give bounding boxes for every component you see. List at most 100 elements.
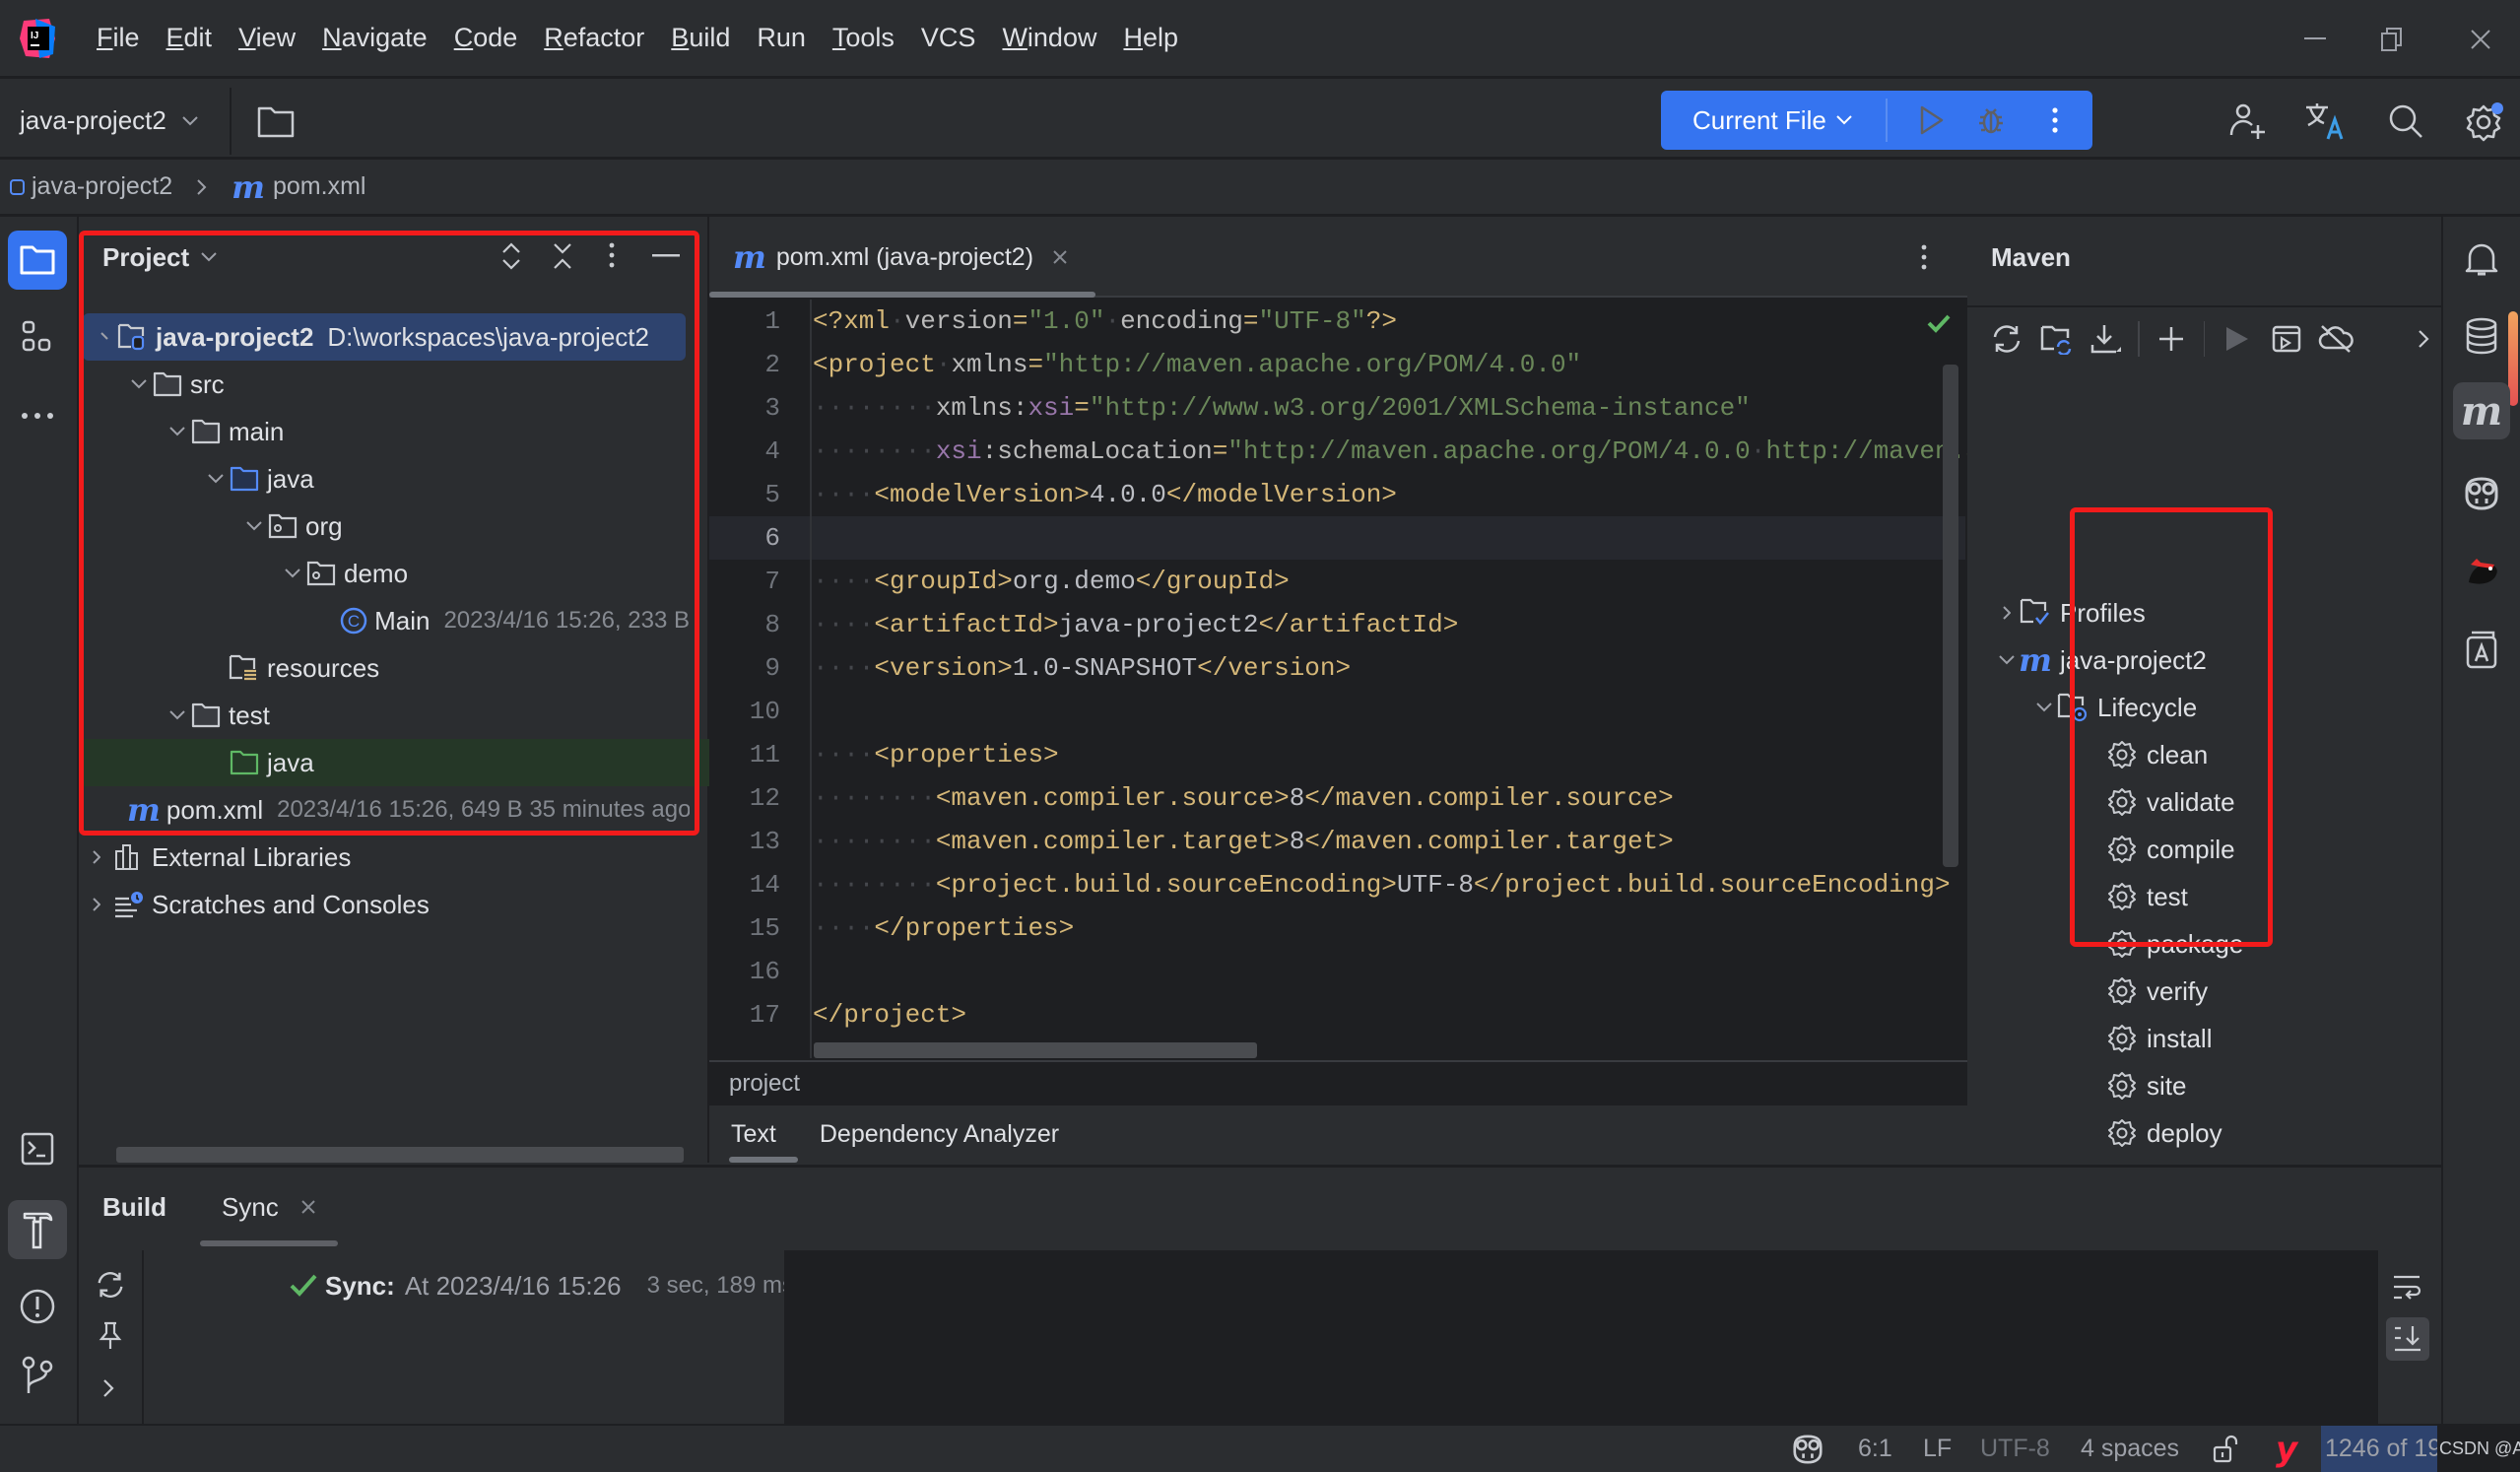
menu-view[interactable]: View xyxy=(238,23,296,53)
maven-phase-test[interactable]: test xyxy=(1967,873,2430,920)
project-tree-item[interactable]: demo xyxy=(79,550,690,597)
menu-navigate[interactable]: Navigate xyxy=(322,23,428,53)
menu-edit[interactable]: Edit xyxy=(166,23,213,53)
menu-window[interactable]: Window xyxy=(1002,23,1096,53)
menu-file[interactable]: File xyxy=(97,23,140,53)
youdao-plugin-icon[interactable]: y xyxy=(2276,1426,2297,1472)
more-tools-button[interactable] xyxy=(8,386,67,445)
editor-tab-pom[interactable]: m pom.xml (java-project2) xyxy=(733,217,1069,298)
restore-button[interactable] xyxy=(2349,0,2435,79)
menu-vcs[interactable]: VCS xyxy=(921,23,976,53)
chevron-down-icon[interactable] xyxy=(2032,703,2056,712)
chevron-right-icon[interactable] xyxy=(89,850,104,864)
structure-tool-button[interactable] xyxy=(8,307,67,367)
project-horizontal-scrollbar[interactable] xyxy=(116,1147,684,1163)
pin-tab-button[interactable] xyxy=(99,1321,122,1351)
project-tree-item[interactable]: test xyxy=(79,692,690,739)
close-icon[interactable] xyxy=(1051,248,1069,266)
maven-lifecycle[interactable]: Lifecycle xyxy=(1967,684,2430,731)
run-more-button[interactable] xyxy=(2025,107,2085,133)
git-tool-button[interactable] xyxy=(8,1346,67,1405)
editor-tabs-menu-button[interactable] xyxy=(1921,244,1927,270)
indent-setting[interactable]: 4 spaces xyxy=(2081,1426,2179,1472)
maven-profiles[interactable]: Profiles xyxy=(1967,589,2430,636)
chevron-right-icon[interactable] xyxy=(89,898,104,911)
settings-button[interactable] xyxy=(2461,98,2508,145)
cursor-position[interactable]: 6:1 xyxy=(1858,1426,1892,1472)
minimize-button[interactable] xyxy=(2272,0,2358,79)
translation-book-button[interactable] xyxy=(2453,621,2510,678)
project-tree-item[interactable]: src xyxy=(79,361,690,408)
expand-all-button[interactable] xyxy=(500,242,522,270)
maven-project[interactable]: m java-project2 xyxy=(1967,636,2430,684)
copilot-button[interactable] xyxy=(2453,465,2510,522)
database-button[interactable] xyxy=(2453,307,2510,365)
project-tree-item[interactable]: Scratches and Consoles xyxy=(79,881,690,928)
code-with-me-button[interactable] xyxy=(2224,98,2272,145)
code-editor[interactable]: 1 <?xml·version="1.0"·encoding="UTF-8"?> … xyxy=(709,300,1967,1058)
project-tree-item[interactable]: java xyxy=(79,739,709,786)
terminal-tool-button[interactable] xyxy=(8,1119,67,1178)
codota-plugin-button[interactable] xyxy=(2453,542,2510,599)
file-encoding[interactable]: UTF-8 xyxy=(1980,1426,2050,1472)
maven-phase-validate[interactable]: validate xyxy=(1967,778,2430,826)
tab-sync[interactable]: Sync xyxy=(200,1168,338,1246)
project-tree-item[interactable]: m pom.xml 2023/4/16 15:26, 649 B 35 minute… xyxy=(79,786,690,834)
no-problems-check-icon[interactable] xyxy=(1927,313,1951,333)
rerun-sync-button[interactable] xyxy=(95,1270,126,1300)
execute-maven-goal-button[interactable] xyxy=(2269,319,2304,359)
add-maven-project-button[interactable] xyxy=(2154,319,2189,359)
close-window-button[interactable] xyxy=(2437,0,2520,79)
project-view-selector[interactable]: Project xyxy=(102,242,189,273)
collapse-all-button[interactable] xyxy=(552,242,573,270)
maven-phase-clean[interactable]: clean xyxy=(1967,731,2430,778)
run-maven-build-button[interactable] xyxy=(2219,319,2254,359)
subtab-dependency-analyzer[interactable]: Dependency Analyzer xyxy=(798,1105,1081,1163)
maven-phase-package[interactable]: package xyxy=(1967,920,2430,968)
menu-run[interactable]: Run xyxy=(757,23,806,53)
maven-phase-compile[interactable]: compile xyxy=(1967,826,2430,873)
open-folder-button[interactable] xyxy=(252,98,299,145)
project-tree-item[interactable]: java xyxy=(79,455,690,502)
close-icon[interactable] xyxy=(300,1199,316,1215)
chevron-down-icon[interactable] xyxy=(166,427,189,436)
generate-sources-button[interactable] xyxy=(2038,319,2074,359)
soft-wrap-button[interactable] xyxy=(2392,1274,2421,1302)
maven-phase-site[interactable]: site xyxy=(1967,1062,2430,1109)
build-tool-button[interactable] xyxy=(8,1200,67,1259)
chevron-down-icon[interactable] xyxy=(127,379,151,389)
build-console[interactable] xyxy=(784,1250,2441,1427)
notifications-button[interactable] xyxy=(2453,231,2510,288)
chevron-right-icon[interactable] xyxy=(1995,606,2019,620)
maven-toolbar-overflow-button[interactable] xyxy=(2406,319,2441,359)
project-tree-item[interactable]: C Main 2023/4/16 15:26, 233 B xyxy=(79,597,690,644)
maven-phase-verify[interactable]: verify xyxy=(1967,968,2430,1015)
reload-projects-button[interactable] xyxy=(1989,319,2024,359)
menu-tools[interactable]: Tools xyxy=(832,23,895,53)
copilot-status[interactable] xyxy=(1791,1426,1824,1472)
breadcrumb-project[interactable]: java-project2 xyxy=(32,172,172,201)
project-options-button[interactable] xyxy=(609,242,615,268)
menu-refactor[interactable]: Refactor xyxy=(544,23,644,53)
maven-phase-install[interactable]: install xyxy=(1967,1015,2430,1062)
chevron-down-icon[interactable] xyxy=(93,332,116,342)
breadcrumb-file[interactable]: pom.xml xyxy=(273,172,365,201)
run-config-selector[interactable]: Current File xyxy=(1661,105,1886,136)
chevron-down-icon[interactable] xyxy=(281,569,304,578)
problems-tool-button[interactable] xyxy=(8,1277,67,1336)
project-switcher[interactable]: java-project2 xyxy=(20,82,198,160)
download-sources-button[interactable] xyxy=(2089,319,2124,359)
project-tree-item[interactable]: resources xyxy=(79,644,690,692)
menu-code[interactable]: Code xyxy=(454,23,518,53)
menu-help[interactable]: Help xyxy=(1123,23,1178,53)
sync-result-row[interactable]: Sync: At 2023/4/16 15:26 3 sec, 189 ms xyxy=(290,1264,794,1307)
memory-indicator[interactable]: 1246 of 1966M xyxy=(2321,1426,2437,1472)
chevron-down-icon[interactable] xyxy=(242,521,266,531)
hide-panel-button[interactable] xyxy=(652,254,680,258)
subtab-text[interactable]: Text xyxy=(709,1105,798,1163)
maven-phase-deploy[interactable]: deploy xyxy=(1967,1109,2430,1157)
editor-horizontal-scrollbar[interactable] xyxy=(814,1042,1257,1058)
project-tool-button[interactable] xyxy=(8,231,67,290)
maven-tool-button[interactable]: m xyxy=(2453,382,2510,439)
project-tree-item[interactable]: main xyxy=(79,408,690,455)
